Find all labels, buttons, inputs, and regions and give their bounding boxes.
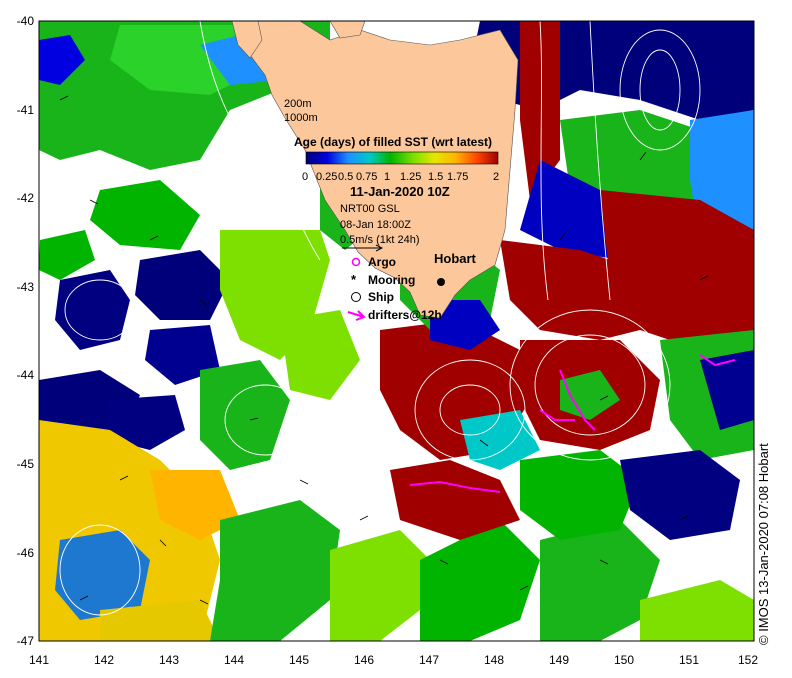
sst-age-map: Hobart 200m 1000m Age (days) of filled S… [17, 14, 759, 667]
drifters-label: drifters@12h [368, 308, 442, 322]
colorbar-tick: 2 [493, 171, 499, 183]
contour-1000m-label: 1000m [284, 112, 318, 124]
lon-axis: 141 142 143 144 145 146 147 148 149 150 … [29, 653, 758, 667]
lat-tick-label: -43 [17, 280, 35, 294]
colorbar-tick: 0.5 [338, 171, 353, 183]
hobart-label: Hobart [434, 251, 477, 266]
colorbar-tick: 0.25 [316, 171, 337, 183]
lon-tick-label: 147 [419, 653, 439, 667]
lat-tick-label: -42 [17, 191, 35, 205]
lon-tick-label: 148 [484, 653, 504, 667]
colorbar-tick: 0 [302, 171, 308, 183]
lon-tick-label: 145 [289, 653, 309, 667]
lat-tick-label: -45 [17, 457, 35, 471]
lon-tick-label: 151 [679, 653, 699, 667]
lon-tick-label: 144 [224, 653, 244, 667]
lat-tick-label: -46 [17, 546, 35, 560]
lon-tick-label: 150 [614, 653, 634, 667]
lon-tick-label: 141 [29, 653, 49, 667]
lat-tick-label: -47 [17, 634, 35, 648]
lat-tick-label: -40 [17, 14, 35, 28]
lon-tick-label: 146 [354, 653, 374, 667]
ship-label: Ship [368, 290, 394, 304]
contour-200m-label: 200m [284, 98, 312, 110]
colorbar-tick: 1.5 [428, 171, 443, 183]
lon-tick-label: 149 [549, 653, 569, 667]
plot-area: Hobart [39, 21, 754, 641]
lat-tick-label: -41 [17, 103, 35, 117]
lon-tick-label: 152 [738, 653, 758, 667]
vector-scale-label: 0.5m/s (1kt 24h) [340, 234, 419, 246]
argo-label: Argo [368, 255, 396, 269]
credit-text: © IMOS 13-Jan-2020 07:08 Hobart [756, 443, 771, 645]
colorbar-tick: 0.75 [356, 171, 377, 183]
lat-tick-label: -44 [17, 368, 35, 382]
colorbar-tick: 1.25 [400, 171, 421, 183]
lon-tick-label: 143 [159, 653, 179, 667]
colorbar-title: Age (days) of filled SST (wrt latest) [294, 135, 492, 149]
current-time-label: 08-Jan 18:00Z [340, 219, 411, 231]
colorbar [305, 151, 499, 165]
current-product-label: NRT00 GSL [340, 203, 400, 215]
hobart-marker [437, 278, 445, 286]
lat-axis: -40 -41 -42 -43 -44 -45 -46 -47 [17, 14, 35, 648]
lon-tick-label: 142 [94, 653, 114, 667]
colorbar-tick: 1 [384, 171, 390, 183]
colorbar-tick: 1.75 [447, 171, 468, 183]
mooring-label: Mooring [368, 273, 415, 287]
map-date: 11-Jan-2020 10Z [350, 184, 450, 199]
